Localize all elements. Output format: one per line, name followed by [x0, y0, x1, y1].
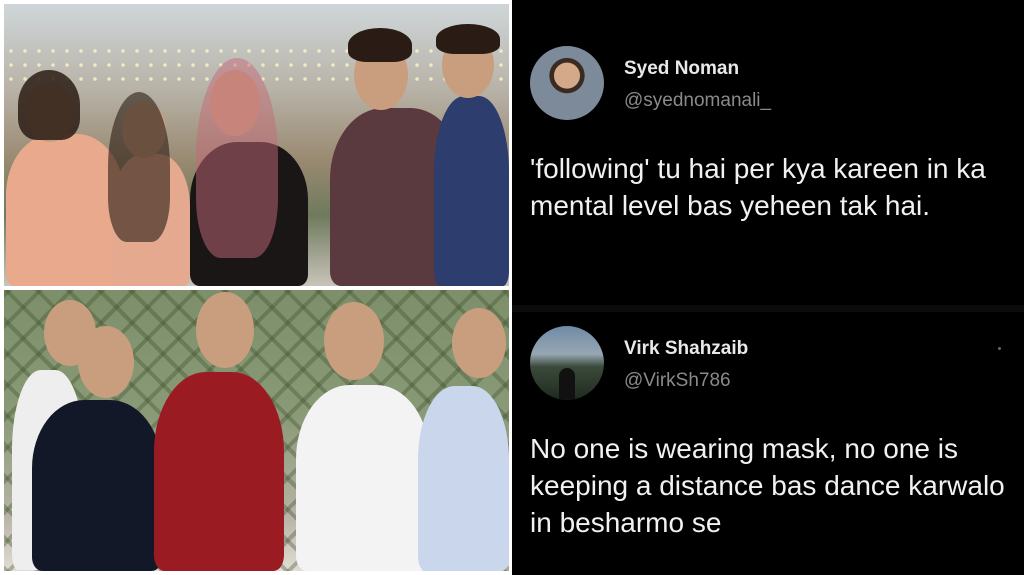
- person-head: [324, 302, 384, 380]
- silhouette-image: [559, 368, 575, 400]
- divider: [512, 305, 1024, 312]
- person-hair: [436, 24, 500, 54]
- person-hair: [108, 92, 170, 242]
- person-head: [452, 308, 506, 378]
- tweet-card[interactable]: Syed Noman @syednomanali_ 'following' tu…: [512, 0, 1024, 305]
- tweet-text: 'following' tu hai per kya kareen in ka …: [530, 153, 986, 221]
- person-head: [78, 326, 134, 398]
- person-hair: [348, 28, 412, 62]
- person: [6, 134, 124, 286]
- person: [296, 385, 430, 571]
- group-photo-bottom: [4, 290, 509, 571]
- person: [32, 400, 162, 571]
- person: [418, 386, 509, 571]
- avatar[interactable]: [530, 326, 604, 400]
- person-head: [196, 292, 254, 368]
- tweet-text: No one is wearing mask, no one is keepin…: [530, 433, 1005, 538]
- tweet-author-handle[interactable]: @VirkSh786: [624, 370, 731, 392]
- person: [434, 96, 509, 286]
- group-photo-top: [4, 4, 509, 286]
- person: [154, 372, 284, 571]
- avatar[interactable]: [530, 46, 604, 120]
- more-options-icon[interactable]: [998, 347, 1001, 350]
- person-hair: [18, 70, 80, 140]
- tweet-card[interactable]: Virk Shahzaib @VirkSh786 No one is weari…: [512, 312, 1024, 575]
- person-hair: [196, 58, 278, 258]
- tweet-author-name[interactable]: Virk Shahzaib: [624, 338, 748, 360]
- tweet-panel: Syed Noman @syednomanali_ 'following' tu…: [512, 0, 1024, 575]
- tweet-author-name[interactable]: Syed Noman: [624, 58, 739, 80]
- tweet-author-handle[interactable]: @syednomanali_: [624, 90, 771, 112]
